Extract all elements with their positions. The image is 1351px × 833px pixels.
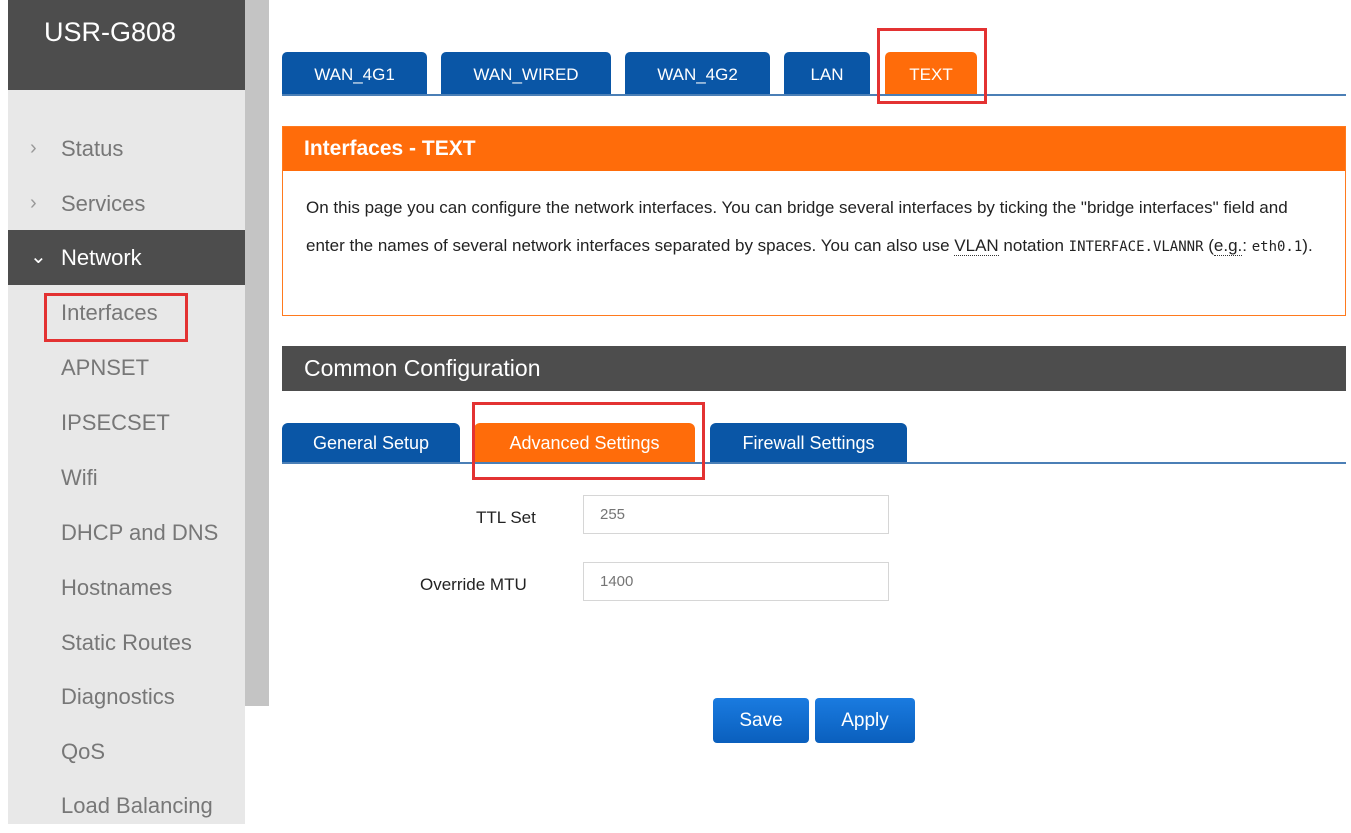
- menu-services[interactable]: › Services: [8, 176, 245, 231]
- highlight-box-interfaces: [44, 293, 188, 342]
- menu-label: Network: [61, 245, 142, 270]
- sidebar-item-apnset[interactable]: APNSET: [8, 340, 245, 395]
- eg-abbr: e.g.: [1213, 236, 1243, 256]
- save-button[interactable]: Save: [713, 698, 809, 743]
- tab-firewall-settings[interactable]: Firewall Settings: [710, 423, 907, 464]
- apply-button[interactable]: Apply: [815, 698, 915, 743]
- menu-label: Status: [61, 136, 124, 161]
- highlight-box-text-tab: [877, 28, 987, 104]
- menu-label: Services: [61, 191, 146, 216]
- sidebar: USR-G808 › Status › Services ⌄ Network I…: [8, 0, 245, 824]
- ttl-label: TTL Set: [476, 508, 536, 527]
- sidebar-item-hostnames[interactable]: Hostnames: [8, 560, 245, 615]
- chevron-right-icon: ›: [30, 137, 37, 159]
- tab-wan-4g2[interactable]: WAN_4G2: [625, 52, 770, 95]
- sidebar-item-wifi[interactable]: Wifi: [8, 450, 245, 505]
- code-interface-vlannr: INTERFACE.VLANNR: [1068, 239, 1204, 255]
- brand-title: USR-G808: [8, 0, 245, 90]
- sidebar-item-static-routes[interactable]: Static Routes: [8, 615, 245, 670]
- sidebar-item-ipsecset[interactable]: IPSECSET: [8, 395, 245, 450]
- sidebar-item-load-balancing[interactable]: Load Balancing: [8, 778, 245, 833]
- subtab-divider: [282, 462, 1346, 464]
- chevron-right-icon: ›: [30, 192, 37, 214]
- tab-divider: [282, 94, 1346, 96]
- mtu-label: Override MTU: [420, 575, 527, 594]
- common-config-title: Common Configuration: [282, 346, 1346, 391]
- tab-lan[interactable]: LAN: [784, 52, 870, 95]
- vlan-abbr: VLAN: [954, 236, 999, 256]
- mtu-input[interactable]: [583, 562, 889, 601]
- tab-wan-wired[interactable]: WAN_WIRED: [441, 52, 611, 95]
- chevron-down-icon: ⌄: [30, 246, 47, 268]
- sidebar-item-dhcp-dns[interactable]: DHCP and DNS: [8, 505, 245, 560]
- sidebar-item-qos[interactable]: QoS: [8, 724, 245, 779]
- sidebar-item-diagnostics[interactable]: Diagnostics: [8, 669, 245, 724]
- menu-status[interactable]: › Status: [8, 121, 245, 176]
- sidebar-scrollbar[interactable]: [245, 0, 269, 706]
- code-eth: eth0.1: [1251, 239, 1303, 255]
- interfaces-description: On this page you can configure the netwo…: [306, 198, 1313, 256]
- menu-network[interactable]: ⌄ Network: [8, 230, 245, 285]
- interfaces-panel: Interfaces - TEXT On this page you can c…: [282, 126, 1346, 316]
- highlight-box-advanced: [472, 402, 705, 480]
- tab-general-setup[interactable]: General Setup: [282, 423, 460, 464]
- tab-wan-4g1[interactable]: WAN_4G1: [282, 52, 427, 95]
- ttl-input[interactable]: [583, 495, 889, 534]
- interfaces-title: Interfaces - TEXT: [283, 127, 1345, 171]
